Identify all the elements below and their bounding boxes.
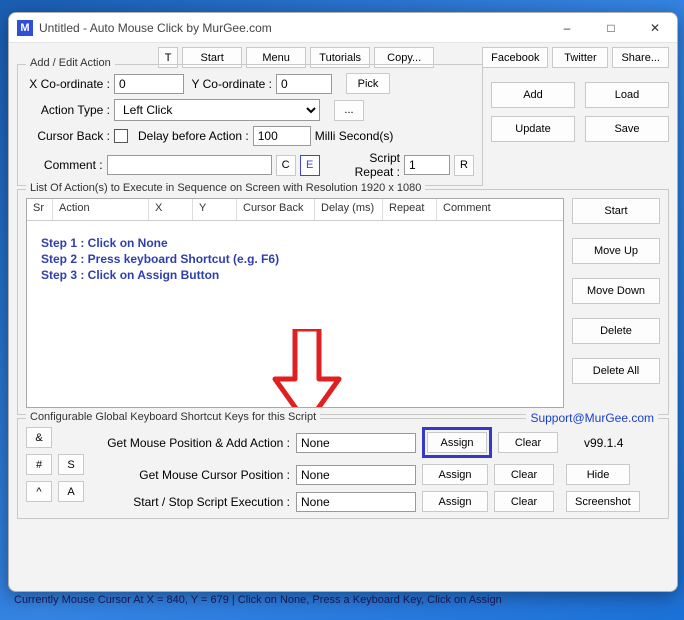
- comment-input[interactable]: [107, 155, 272, 175]
- cursor-back-label: Cursor Back :: [26, 129, 110, 143]
- key-amp[interactable]: &: [26, 427, 52, 448]
- key-hash[interactable]: #: [26, 454, 52, 475]
- col-comment[interactable]: Comment: [437, 199, 563, 220]
- assign2-button[interactable]: Assign: [422, 464, 488, 485]
- add-edit-group: Add / Edit Action X Co-ordinate : Y Co-o…: [17, 64, 483, 186]
- shortcut1-input[interactable]: [296, 433, 416, 453]
- cursor-back-checkbox[interactable]: [114, 129, 128, 143]
- shortcut3-label: Start / Stop Script Execution :: [94, 495, 290, 509]
- update-button[interactable]: Update: [491, 116, 575, 142]
- facebook-button[interactable]: Facebook: [482, 47, 548, 68]
- c-button[interactable]: C: [276, 155, 296, 176]
- tutorial-step2: Step 2 : Press keyboard Shortcut (e.g. F…: [41, 251, 279, 267]
- shortcut-group: Configurable Global Keyboard Shortcut Ke…: [17, 418, 669, 519]
- twitter-button[interactable]: Twitter: [552, 47, 608, 68]
- assign-highlight: Assign: [422, 427, 492, 458]
- key-a[interactable]: A: [58, 481, 84, 502]
- clear3-button[interactable]: Clear: [494, 491, 554, 512]
- add-edit-title: Add / Edit Action: [26, 57, 115, 69]
- delay-label: Delay before Action :: [138, 129, 249, 143]
- hide-button[interactable]: Hide: [566, 464, 630, 485]
- tutorial-step3: Step 3 : Click on Assign Button: [41, 267, 279, 283]
- list-start-button[interactable]: Start: [572, 198, 660, 224]
- version-label: v99.1.4: [584, 436, 623, 450]
- clear2-button[interactable]: Clear: [494, 464, 554, 485]
- minimize-button[interactable]: –: [545, 13, 589, 43]
- col-cursor-back[interactable]: Cursor Back: [237, 199, 315, 220]
- tutorial-overlay: Step 1 : Click on None Step 2 : Press ke…: [41, 235, 279, 284]
- delete-button[interactable]: Delete: [572, 318, 660, 344]
- support-link[interactable]: Support@MurGee.com: [526, 411, 658, 425]
- action-list-table[interactable]: Sr Action X Y Cursor Back Delay (ms) Rep…: [26, 198, 564, 408]
- clear1-button[interactable]: Clear: [498, 432, 558, 453]
- load-button[interactable]: Load: [585, 82, 669, 108]
- shortcut2-label: Get Mouse Cursor Position :: [94, 468, 290, 482]
- col-y[interactable]: Y: [193, 199, 237, 220]
- shortcut2-input[interactable]: [296, 465, 416, 485]
- assign1-button[interactable]: Assign: [427, 432, 487, 453]
- signature-keys: & # S ^ A: [26, 427, 84, 512]
- xcoord-input[interactable]: [114, 74, 184, 94]
- script-repeat-input[interactable]: [404, 155, 450, 175]
- delete-all-button[interactable]: Delete All: [572, 358, 660, 384]
- col-sr[interactable]: Sr: [27, 199, 53, 220]
- delay-unit-label: Milli Second(s): [315, 129, 394, 143]
- e-button[interactable]: E: [300, 155, 320, 176]
- key-s[interactable]: S: [58, 454, 84, 475]
- col-delay[interactable]: Delay (ms): [315, 199, 383, 220]
- move-up-button[interactable]: Move Up: [572, 238, 660, 264]
- close-button[interactable]: ✕: [633, 13, 677, 43]
- status-bar: Currently Mouse Cursor At X = 840, Y = 6…: [8, 592, 676, 608]
- col-action[interactable]: Action: [53, 199, 149, 220]
- action-type-select[interactable]: Left Click: [114, 99, 320, 121]
- pick-button[interactable]: Pick: [346, 73, 390, 94]
- tutorial-step1: Step 1 : Click on None: [41, 235, 279, 251]
- col-x[interactable]: X: [149, 199, 193, 220]
- ycoord-label: Y Co-ordinate :: [188, 77, 272, 91]
- screenshot-button[interactable]: Screenshot: [566, 491, 640, 512]
- script-repeat-label: Script Repeat :: [328, 151, 400, 179]
- shortcut-title: Configurable Global Keyboard Shortcut Ke…: [26, 411, 320, 423]
- maximize-button[interactable]: □: [589, 13, 633, 43]
- titlebar: M Untitled - Auto Mouse Click by MurGee.…: [9, 13, 677, 43]
- window-title: Untitled - Auto Mouse Click by MurGee.co…: [39, 21, 545, 35]
- list-title: List Of Action(s) to Execute in Sequence…: [26, 182, 425, 194]
- ycoord-input[interactable]: [276, 74, 332, 94]
- col-repeat[interactable]: Repeat: [383, 199, 437, 220]
- delay-input[interactable]: [253, 126, 311, 146]
- move-down-button[interactable]: Move Down: [572, 278, 660, 304]
- action-type-label: Action Type :: [26, 103, 110, 117]
- shortcut1-label: Get Mouse Position & Add Action :: [94, 436, 290, 450]
- shortcut3-input[interactable]: [296, 492, 416, 512]
- save-button[interactable]: Save: [585, 116, 669, 142]
- r-button[interactable]: R: [454, 155, 474, 176]
- app-icon: M: [17, 20, 33, 36]
- xcoord-label: X Co-ordinate :: [26, 77, 110, 91]
- share-button[interactable]: Share...: [612, 47, 669, 68]
- list-group: List Of Action(s) to Execute in Sequence…: [17, 189, 669, 415]
- action-more-button[interactable]: ...: [334, 100, 364, 121]
- add-button[interactable]: Add: [491, 82, 575, 108]
- app-window: M Untitled - Auto Mouse Click by MurGee.…: [8, 12, 678, 592]
- comment-label: Comment :: [26, 158, 103, 172]
- assign3-button[interactable]: Assign: [422, 491, 488, 512]
- key-caret[interactable]: ^: [26, 481, 52, 502]
- arrow-down-icon: [267, 329, 347, 408]
